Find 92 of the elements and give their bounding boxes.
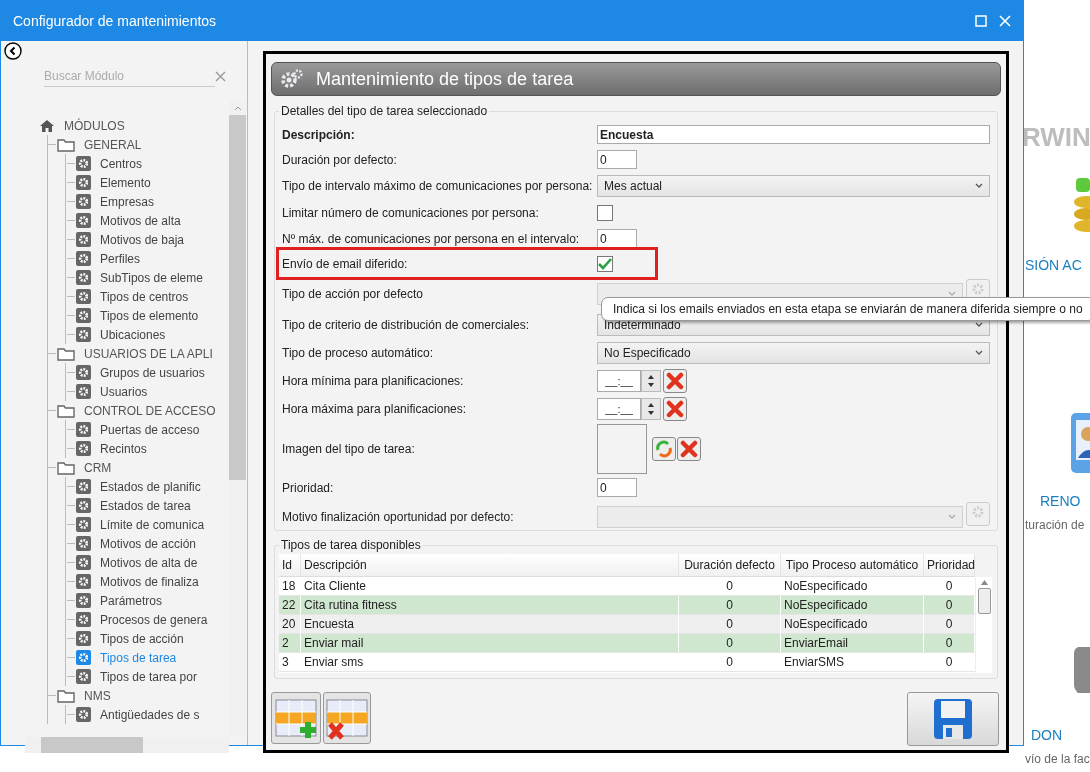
table-cell: 0: [679, 577, 781, 595]
input-field[interactable]: Encuesta: [597, 125, 990, 144]
column-header[interactable]: Prioridad: [924, 554, 975, 576]
table-cell: 0: [679, 596, 781, 614]
table-cell: Encuesta: [301, 615, 679, 633]
field-label: Nº máx. de comunicaciones por persona en el intervalo:: [282, 230, 581, 248]
tree-item[interactable]: Tipos de tarea por: [100, 667, 197, 686]
tree-item[interactable]: MÓDULOS: [64, 116, 125, 135]
column-header[interactable]: Tipo Proceso automático: [781, 554, 924, 576]
field-label: Imagen del tipo de tarea:: [282, 441, 416, 458]
table-cell: EnviarEmail: [781, 634, 924, 652]
tree-item[interactable]: Usuarios: [100, 382, 148, 401]
table-cell: Cita rutina fitness: [301, 596, 679, 614]
search-field[interactable]: Buscar Módulo: [44, 65, 215, 87]
table-cell: 18: [279, 577, 301, 595]
table-cell: 2: [279, 634, 301, 652]
table-cell: NoEspecificado: [781, 577, 924, 595]
tree-item[interactable]: Perfiles: [100, 249, 140, 268]
table-row[interactable]: 22 Cita rutina fitness 0 NoEspecificado 0: [279, 596, 975, 615]
field-label: Envío de email diferido:: [282, 256, 409, 273]
tooltip: Indica si los emails enviados en esta etapa se enviarán de manera diferida siempre o no: [601, 297, 1090, 321]
field-label: Tipo de intervalo máximo de comunicaciones por persona:: [282, 178, 594, 195]
tree-item[interactable]: Límite de comunica: [100, 515, 205, 534]
tree-item[interactable]: NMS: [84, 686, 111, 705]
group-legend: Tipos de tarea disponibles: [279, 538, 423, 552]
tree-item[interactable]: Procesos de genera: [100, 610, 208, 629]
column-header[interactable]: Duración defecto: [679, 554, 781, 576]
time-field[interactable]: __:__: [597, 398, 641, 420]
time-field[interactable]: __:__: [597, 370, 641, 392]
panel-title: Mantenimiento de tipos de tarea: [316, 67, 574, 91]
column-header[interactable]: Descripción: [301, 554, 679, 576]
tree-item[interactable]: Estados de tarea: [100, 496, 191, 515]
tree-item[interactable]: Motivos de finaliza: [100, 572, 199, 591]
table-cell: EnviarSMS: [781, 653, 924, 671]
tree-item[interactable]: USUARIOS DE LA APLI: [84, 344, 213, 363]
tree-item[interactable]: Motivos de alta: [100, 211, 181, 230]
input-field[interactable]: 0: [597, 150, 637, 169]
table-cell: 20: [279, 615, 301, 633]
tree-item[interactable]: CRM: [84, 458, 112, 477]
logo-text: RWIN: [1024, 121, 1090, 154]
table-cell: NoEspecificado: [781, 615, 924, 633]
table-cell: 0: [679, 615, 781, 633]
dropdown[interactable]: No Especificado: [597, 342, 990, 364]
tree-item[interactable]: Centros: [100, 154, 143, 173]
tree-item[interactable]: Motivos de acción: [100, 534, 197, 553]
field-label: Descripción:: [282, 126, 356, 144]
tree-item[interactable]: Ubicaciones: [100, 325, 166, 344]
table-cell: Cita Cliente: [301, 577, 679, 595]
table-cell: 3: [279, 653, 301, 671]
field-label: Duración por defecto:: [282, 151, 398, 169]
group-legend: Detalles del tipo de tarea seleccionado: [279, 104, 490, 118]
heading-text: RENO: [1040, 492, 1081, 511]
tree-item[interactable]: Recintos: [100, 439, 147, 458]
window-title: Configurador de mantenimientos: [13, 11, 218, 31]
tree-item[interactable]: Puertas de acceso: [100, 420, 200, 439]
tree-item[interactable]: SubTipos de eleme: [100, 268, 203, 287]
tree-item[interactable]: Tipos de elemento: [100, 306, 199, 325]
field-label: Limitar número de comunicaciones por persona:: [282, 205, 540, 222]
table-cell: 0: [679, 653, 781, 671]
column-header[interactable]: Id: [279, 554, 301, 576]
field-label: Tipo de criterio de distribución de comerciales:: [282, 317, 530, 334]
table-cell: 0: [679, 634, 781, 652]
tree-item[interactable]: Empresas: [100, 192, 155, 211]
tree-item[interactable]: Estados de planific: [100, 477, 201, 496]
caption-text: turación de: [1025, 517, 1085, 534]
tree-item[interactable]: Antigüedades de s: [100, 705, 200, 724]
tree-item[interactable]: GENERAL: [84, 135, 142, 154]
tree-item[interactable]: Elemento: [100, 173, 151, 192]
table-cell: Enviar sms: [301, 653, 679, 671]
field-label: Prioridad:: [282, 479, 335, 497]
field-label: Hora máxima para planificaciones:: [282, 401, 468, 418]
field-label: Motivo finalización oportunidad por defecto:: [282, 509, 515, 526]
tree-item[interactable]: Tipos de centros: [100, 287, 189, 306]
heading-text: DON: [1031, 726, 1063, 745]
tree-item[interactable]: Tipos de acción: [100, 629, 184, 648]
input-field[interactable]: 0: [597, 478, 637, 497]
tree-item[interactable]: Motivos de baja: [100, 230, 185, 249]
dropdown[interactable]: Mes actual: [597, 175, 990, 197]
table-cell: NoEspecificado: [781, 596, 924, 614]
heading-text: SIÓN AC: [1025, 256, 1082, 275]
table-cell: 22: [279, 596, 301, 614]
tree-item[interactable]: Parámetros: [100, 591, 163, 610]
tree-item[interactable]: Motivos de alta de: [100, 553, 198, 572]
table-row[interactable]: 20 Encuesta 0 NoEspecificado 0: [279, 615, 975, 634]
field-label: Hora mínima para planificaciones:: [282, 373, 465, 390]
tree-item[interactable]: CONTROL DE ACCESO: [84, 401, 216, 420]
table-cell: Enviar mail: [301, 634, 679, 652]
tree-item[interactable]: Grupos de usuarios: [100, 363, 205, 382]
field-label: Tipo de acción por defecto: [282, 286, 424, 303]
table-row[interactable]: 2 Enviar mail 0 EnviarEmail 0: [279, 634, 975, 653]
caption-text: vío de la fac: [1025, 751, 1090, 768]
field-label: Tipo de proceso automático:: [282, 345, 434, 362]
